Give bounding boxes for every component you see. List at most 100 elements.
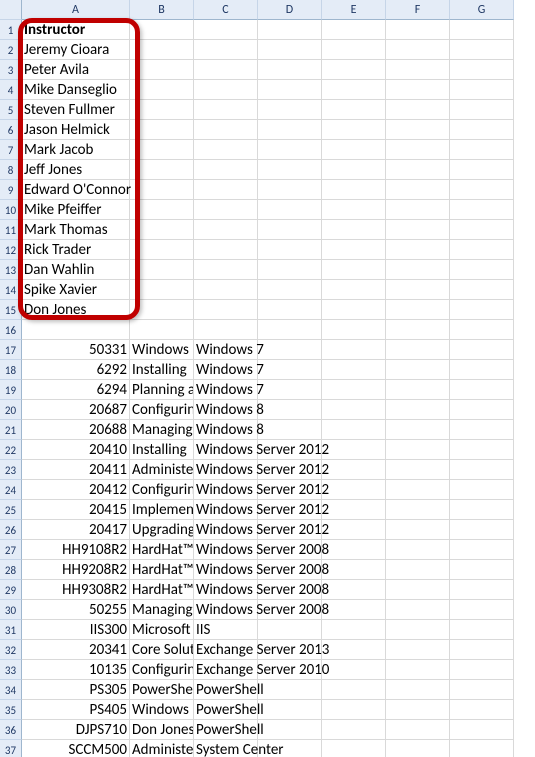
cell-F34[interactable] bbox=[386, 680, 450, 700]
row-header-5[interactable]: 5 bbox=[0, 100, 22, 120]
cell-B25[interactable]: Implemen bbox=[130, 500, 194, 520]
cell-F27[interactable] bbox=[386, 540, 450, 560]
cell-A17[interactable]: 50331 bbox=[22, 340, 130, 360]
row-header-4[interactable]: 4 bbox=[0, 80, 22, 100]
cell-A10[interactable]: Mike Pfeiffer bbox=[22, 200, 130, 220]
cell-E4[interactable] bbox=[322, 80, 386, 100]
cell-E16[interactable] bbox=[322, 320, 386, 340]
cell-B32[interactable]: Core Solut bbox=[130, 640, 194, 660]
cell-B4[interactable] bbox=[130, 80, 194, 100]
cell-C14[interactable] bbox=[194, 280, 258, 300]
cell-C29[interactable]: Windows Server 2008 bbox=[194, 580, 258, 600]
cell-B5[interactable] bbox=[130, 100, 194, 120]
cell-D17[interactable] bbox=[258, 340, 322, 360]
col-header-B[interactable]: B bbox=[130, 0, 194, 20]
cell-C2[interactable] bbox=[194, 40, 258, 60]
cell-E25[interactable] bbox=[322, 500, 386, 520]
cell-C6[interactable] bbox=[194, 120, 258, 140]
cell-C15[interactable] bbox=[194, 300, 258, 320]
cell-A14[interactable]: Spike Xavier bbox=[22, 280, 130, 300]
col-header-F[interactable]: F bbox=[386, 0, 450, 20]
cell-E18[interactable] bbox=[322, 360, 386, 380]
cell-E14[interactable] bbox=[322, 280, 386, 300]
cell-F22[interactable] bbox=[386, 440, 450, 460]
cell-E33[interactable] bbox=[322, 660, 386, 680]
cell-G19[interactable] bbox=[450, 380, 514, 400]
cell-C11[interactable] bbox=[194, 220, 258, 240]
cell-F19[interactable] bbox=[386, 380, 450, 400]
cell-F28[interactable] bbox=[386, 560, 450, 580]
cell-G2[interactable] bbox=[450, 40, 514, 60]
cell-F14[interactable] bbox=[386, 280, 450, 300]
cell-B18[interactable]: Installing bbox=[130, 360, 194, 380]
cell-B34[interactable]: PowerShe bbox=[130, 680, 194, 700]
cell-G3[interactable] bbox=[450, 60, 514, 80]
row-header-19[interactable]: 19 bbox=[0, 380, 22, 400]
cell-A12[interactable]: Rick Trader bbox=[22, 240, 130, 260]
cell-F17[interactable] bbox=[386, 340, 450, 360]
cell-D16[interactable] bbox=[258, 320, 322, 340]
cell-C4[interactable] bbox=[194, 80, 258, 100]
cell-F32[interactable] bbox=[386, 640, 450, 660]
cell-D31[interactable] bbox=[258, 620, 322, 640]
cell-G14[interactable] bbox=[450, 280, 514, 300]
cell-G21[interactable] bbox=[450, 420, 514, 440]
cell-C17[interactable]: Windows 7 bbox=[194, 340, 258, 360]
row-header-28[interactable]: 28 bbox=[0, 560, 22, 580]
cell-B16[interactable] bbox=[130, 320, 194, 340]
row-header-36[interactable]: 36 bbox=[0, 720, 22, 740]
cell-G23[interactable] bbox=[450, 460, 514, 480]
cell-F35[interactable] bbox=[386, 700, 450, 720]
row-header-33[interactable]: 33 bbox=[0, 660, 22, 680]
cell-C12[interactable] bbox=[194, 240, 258, 260]
cell-G4[interactable] bbox=[450, 80, 514, 100]
col-header-D[interactable]: D bbox=[258, 0, 322, 20]
cell-D19[interactable] bbox=[258, 380, 322, 400]
cell-F2[interactable] bbox=[386, 40, 450, 60]
cell-C28[interactable]: Windows Server 2008 bbox=[194, 560, 258, 580]
cell-D15[interactable] bbox=[258, 300, 322, 320]
cell-E29[interactable] bbox=[322, 580, 386, 600]
cell-B23[interactable]: Administe bbox=[130, 460, 194, 480]
cell-G11[interactable] bbox=[450, 220, 514, 240]
cell-F20[interactable] bbox=[386, 400, 450, 420]
cell-A2[interactable]: Jeremy Cioara bbox=[22, 40, 130, 60]
row-header-18[interactable]: 18 bbox=[0, 360, 22, 380]
cell-D4[interactable] bbox=[258, 80, 322, 100]
cell-G36[interactable] bbox=[450, 720, 514, 740]
row-header-27[interactable]: 27 bbox=[0, 540, 22, 560]
cell-D36[interactable] bbox=[258, 720, 322, 740]
cell-B1[interactable] bbox=[130, 20, 194, 40]
cell-G20[interactable] bbox=[450, 400, 514, 420]
cell-B21[interactable]: Managing bbox=[130, 420, 194, 440]
cell-E19[interactable] bbox=[322, 380, 386, 400]
cell-B17[interactable]: Windows bbox=[130, 340, 194, 360]
cell-C7[interactable] bbox=[194, 140, 258, 160]
cell-D10[interactable] bbox=[258, 200, 322, 220]
cell-A15[interactable]: Don Jones bbox=[22, 300, 130, 320]
cell-E6[interactable] bbox=[322, 120, 386, 140]
cell-E8[interactable] bbox=[322, 160, 386, 180]
cell-E22[interactable] bbox=[322, 440, 386, 460]
row-header-22[interactable]: 22 bbox=[0, 440, 22, 460]
row-header-9[interactable]: 9 bbox=[0, 180, 22, 200]
row-header-11[interactable]: 11 bbox=[0, 220, 22, 240]
cell-A3[interactable]: Peter Avila bbox=[22, 60, 130, 80]
cell-A27[interactable]: HH9108R2 bbox=[22, 540, 130, 560]
cell-C1[interactable] bbox=[194, 20, 258, 40]
cell-B30[interactable]: Managing bbox=[130, 600, 194, 620]
cell-E1[interactable] bbox=[322, 20, 386, 40]
cell-B6[interactable] bbox=[130, 120, 194, 140]
cell-A22[interactable]: 20410 bbox=[22, 440, 130, 460]
row-header-8[interactable]: 8 bbox=[0, 160, 22, 180]
cell-F3[interactable] bbox=[386, 60, 450, 80]
cell-F26[interactable] bbox=[386, 520, 450, 540]
cell-A25[interactable]: 20415 bbox=[22, 500, 130, 520]
cell-E13[interactable] bbox=[322, 260, 386, 280]
cell-G9[interactable] bbox=[450, 180, 514, 200]
row-header-21[interactable]: 21 bbox=[0, 420, 22, 440]
cell-C10[interactable] bbox=[194, 200, 258, 220]
cell-D18[interactable] bbox=[258, 360, 322, 380]
cell-C37[interactable]: System Center bbox=[194, 740, 258, 757]
spreadsheet-grid[interactable]: A B C D E F G 1Instructor2Jeremy Cioara3… bbox=[0, 0, 535, 757]
